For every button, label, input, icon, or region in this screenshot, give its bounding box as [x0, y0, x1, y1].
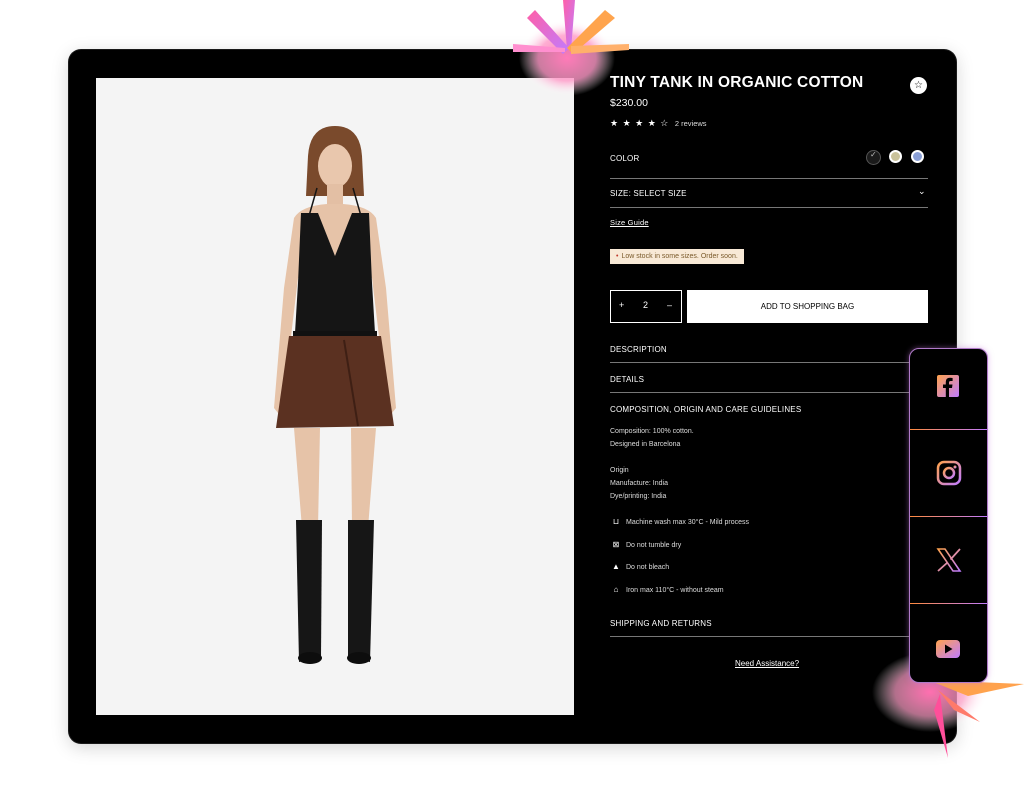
care-text: Iron max 110°C - without steam — [626, 587, 724, 594]
increment-button[interactable]: – — [667, 300, 672, 310]
instagram-icon — [936, 460, 962, 486]
star-outline-icon: ☆ — [914, 80, 923, 91]
stock-badge: • Low stock in some sizes. Order soon. — [610, 249, 744, 264]
care-item: ⊔ Machine wash max 30°C - Mild process — [610, 517, 749, 526]
wash-icon: ⊔ — [612, 517, 620, 526]
color-label: COLOR — [610, 154, 640, 163]
product-title: TINY TANK IN ORGANIC COTTON — [610, 74, 864, 91]
chevron-down-icon[interactable]: ⌄ — [918, 186, 926, 197]
dyeing-text: Dye/printing: India — [610, 493, 667, 500]
sparkle-decoration-top — [513, 0, 629, 96]
size-select[interactable]: SIZE: SELECT SIZE — [610, 189, 687, 198]
shipping-section[interactable]: SHIPPING AND RETURNS — [610, 619, 712, 628]
color-swatch-sage[interactable] — [889, 150, 902, 163]
divider — [610, 207, 928, 208]
care-item: ⌂ Iron max 110°C - without steam — [610, 585, 724, 594]
care-text: Do not tumble dry — [626, 542, 682, 549]
x-icon — [936, 548, 962, 572]
description-section[interactable]: DESCRIPTION — [610, 345, 667, 354]
alert-dot-icon: • — [616, 253, 619, 260]
manufacture-text: Manufacture: India — [610, 480, 668, 487]
reviews-link[interactable]: 2 reviews — [675, 119, 707, 128]
iron-icon: ⌂ — [613, 585, 619, 594]
decrement-button[interactable]: + — [619, 300, 624, 310]
wishlist-button[interactable]: ☆ — [910, 77, 927, 94]
divider — [610, 362, 928, 363]
care-item: ⊠ Do not tumble dry — [610, 540, 682, 549]
color-swatch-blue[interactable] — [911, 150, 924, 163]
add-to-bag-button[interactable]: ADD TO SHOPPING BAG — [687, 290, 928, 323]
rating: ★ ★ ★ ★ ☆ 2 reviews — [610, 118, 707, 129]
app-window: TINY TANK IN ORGANIC COTTON ☆ $230.00 ★ … — [69, 50, 956, 743]
social-sidebar — [909, 348, 988, 683]
details-section[interactable]: DETAILS — [610, 375, 644, 384]
divider — [610, 178, 928, 179]
composition-text: Composition: 100% cotton. — [610, 428, 694, 435]
bleach-icon: ▲ — [612, 562, 620, 571]
stock-text: Low stock in some sizes. Order soon. — [621, 253, 738, 260]
origin-title: Origin — [610, 467, 629, 474]
instagram-link[interactable] — [910, 430, 987, 510]
quantity-stepper: + 2 – — [610, 290, 682, 323]
care-text: Machine wash max 30°C - Mild process — [626, 519, 750, 526]
facebook-link[interactable] — [910, 349, 987, 429]
composition-section[interactable]: COMPOSITION, ORIGIN AND CARE GUIDELINES — [610, 405, 801, 414]
check-icon: ✓ — [870, 150, 877, 159]
designed-text: Designed in Barcelona — [610, 441, 681, 448]
model-figure — [274, 126, 396, 664]
youtube-icon — [936, 640, 960, 658]
care-text: Do not bleach — [626, 564, 670, 571]
tumble-dry-icon: ⊠ — [612, 540, 620, 549]
size-guide-link[interactable]: Size Guide — [610, 218, 649, 227]
need-assistance-link[interactable]: Need Assistance? — [735, 659, 799, 668]
divider — [610, 392, 928, 393]
quantity-value: 2 — [643, 300, 649, 310]
care-item: ▲ Do not bleach — [610, 562, 669, 571]
facebook-icon — [937, 375, 959, 397]
divider — [610, 636, 928, 637]
color-swatch-black[interactable]: ✓ — [866, 150, 881, 165]
youtube-link[interactable] — [910, 604, 987, 684]
x-link[interactable] — [910, 517, 987, 597]
rating-stars: ★ ★ ★ ★ ☆ — [610, 118, 670, 128]
product-image[interactable] — [96, 78, 574, 715]
